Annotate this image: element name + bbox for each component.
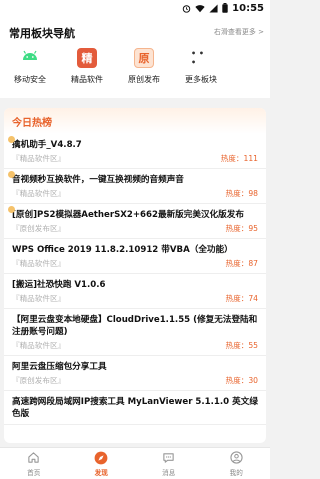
section-title: 常用板块导航: [9, 27, 75, 40]
tab-messages[interactable]: 消息: [135, 448, 203, 479]
hot-item-title: 阿里云盘压缩包分享工具: [12, 362, 107, 372]
nav-item-premium-software[interactable]: 精 精品软件: [60, 48, 114, 92]
hot-item-heat: 热度：95: [226, 223, 258, 234]
hot-item[interactable]: 【阿里云盘变本地硬盘】CloudDrive1.1.55 (修复无法登陆和注册账号…: [4, 309, 266, 356]
hot-item-title: 擒机助手_V4.8.7: [12, 140, 82, 150]
bottom-tab-bar: 首页 发现 消息 我的: [0, 447, 270, 479]
tab-profile[interactable]: 我的: [203, 448, 271, 479]
swipe-hint: 右滑查看更多 >: [213, 28, 264, 36]
signal-icon: [209, 3, 218, 13]
battery-icon: [222, 3, 228, 13]
alarm-icon: [182, 4, 191, 13]
heat-value: 111: [243, 154, 259, 163]
nav-item-label: 原创发布: [128, 75, 160, 84]
status-bar: 10:55: [0, 0, 270, 16]
heat-value: 95: [248, 224, 258, 233]
hot-item-heat: 热度：87: [226, 258, 258, 269]
hot-item-forum: 『精品软件区』: [12, 154, 66, 163]
hot-item-title: [搬运]社恐快跑 V1.0.6: [12, 280, 106, 290]
hot-item[interactable]: [搬运]社恐快跑 V1.0.6 『精品软件区』 热度：74: [4, 274, 266, 309]
hot-item-forum: 『精品软件区』: [12, 294, 66, 303]
heat-value: 98: [248, 189, 258, 198]
hot-list-title: 今日热榜: [4, 108, 266, 134]
heat-value: 30: [248, 376, 258, 385]
heat-prefix: 热度：: [225, 259, 249, 268]
more-icon: • • •: [191, 48, 211, 68]
hot-badge-icon: [8, 206, 15, 213]
hot-item-heat: 热度：74: [226, 293, 258, 304]
tab-label: 我的: [229, 468, 243, 477]
hot-item-forum: 『精品软件区』: [12, 189, 66, 198]
hot-item-forum: 『精品软件区』: [12, 341, 66, 350]
heat-prefix: 热度：: [225, 224, 249, 233]
heat-value: 74: [248, 294, 258, 303]
heat-value: 55: [248, 341, 258, 350]
hot-item[interactable]: [原创]PS2模拟器AetherSX2+662最新版完美汉化版发布 『原创发布区…: [4, 204, 266, 239]
hot-item[interactable]: 高速跨网段局域网IP搜索工具 MyLanViewer 5.1.1.0 英文绿色版: [4, 391, 266, 425]
nav-items: 移动安全 精 精品软件 原 原创发布 • • • 更多板块: [0, 48, 240, 92]
hot-item[interactable]: 擒机助手_V4.8.7 『精品软件区』 热度：111: [4, 134, 266, 169]
today-hot-list: 今日热榜 擒机助手_V4.8.7 『精品软件区』 热度：111 音视频秒互换软件…: [4, 108, 266, 443]
hot-item-forum: 『原创发布区』: [12, 224, 66, 233]
compass-icon: [94, 451, 108, 465]
hot-item-heat: 热度：98: [226, 188, 258, 199]
hot-item-heat: 热度：111: [221, 153, 258, 164]
tab-discover[interactable]: 发现: [68, 448, 136, 479]
original-release-glyph: 原: [138, 52, 150, 65]
hot-item-title: 【阿里云盘变本地硬盘】CloudDrive1.1.55 (修复无法登陆和注册账号…: [12, 315, 258, 337]
tab-label: 发现: [94, 468, 108, 477]
hot-item-heat: 热度：30: [226, 375, 258, 386]
message-icon: [162, 451, 176, 465]
tab-label: 首页: [27, 468, 41, 477]
heat-prefix: 热度：: [225, 189, 249, 198]
hot-item-title: [原创]PS2模拟器AetherSX2+662最新版完美汉化版发布: [12, 210, 244, 220]
heat-prefix: 热度：: [225, 341, 249, 350]
hot-badge-icon: [8, 171, 15, 178]
nav-item-more-sections[interactable]: • • • 更多板块: [174, 48, 228, 92]
hot-item-heat: 热度：55: [226, 340, 258, 351]
wifi-icon: [195, 4, 205, 13]
nav-item-label: 更多板块: [185, 75, 217, 84]
nav-item-original-release[interactable]: 原 原创发布: [117, 48, 171, 92]
user-icon: [229, 451, 243, 465]
heat-prefix: 热度：: [225, 294, 249, 303]
hot-item[interactable]: WPS Office 2019 11.8.2.10912 带VBA（全功能） 『…: [4, 239, 266, 274]
hot-item-forum: 『原创发布区』: [12, 376, 66, 385]
hot-item[interactable]: 音视频秒互换软件，一键互换视频的音频声音 『精品软件区』 热度：98: [4, 169, 266, 204]
tab-label: 消息: [162, 468, 176, 477]
heat-prefix: 热度：: [225, 376, 249, 385]
more-glyph: • • •: [191, 49, 205, 67]
hot-item[interactable]: 阿里云盘压缩包分享工具 『原创发布区』 热度：30: [4, 356, 266, 391]
hot-item-forum: 『精品软件区』: [12, 259, 66, 268]
premium-software-glyph: 精: [81, 52, 93, 65]
hot-list: 擒机助手_V4.8.7 『精品软件区』 热度：111 音视频秒互换软件，一键互换…: [4, 134, 266, 425]
hot-item-title: 音视频秒互换软件，一键互换视频的音频声音: [12, 175, 184, 185]
original-release-icon: 原: [134, 48, 154, 68]
status-time: 10:55: [232, 2, 264, 14]
nav-item-label: 精品软件: [71, 75, 103, 84]
nav-item-label: 移动安全: [14, 75, 46, 84]
hot-badge-icon: [8, 136, 15, 143]
tab-home[interactable]: 首页: [0, 448, 68, 479]
forum-nav-section: 常用板块导航 右滑查看更多 > 移动安全 精 精品软件 原 原创发布 • • •…: [0, 16, 270, 98]
hot-item-title: WPS Office 2019 11.8.2.10912 带VBA（全功能）: [12, 245, 233, 255]
nav-item-mobile-security[interactable]: 移动安全: [3, 48, 57, 92]
home-icon: [27, 451, 41, 465]
android-icon: [20, 48, 40, 68]
heat-value: 87: [248, 259, 258, 268]
heat-prefix: 热度：: [220, 154, 244, 163]
hot-item-title: 高速跨网段局域网IP搜索工具 MyLanViewer 5.1.1.0 英文绿色版: [12, 397, 258, 419]
premium-software-icon: 精: [77, 48, 97, 68]
